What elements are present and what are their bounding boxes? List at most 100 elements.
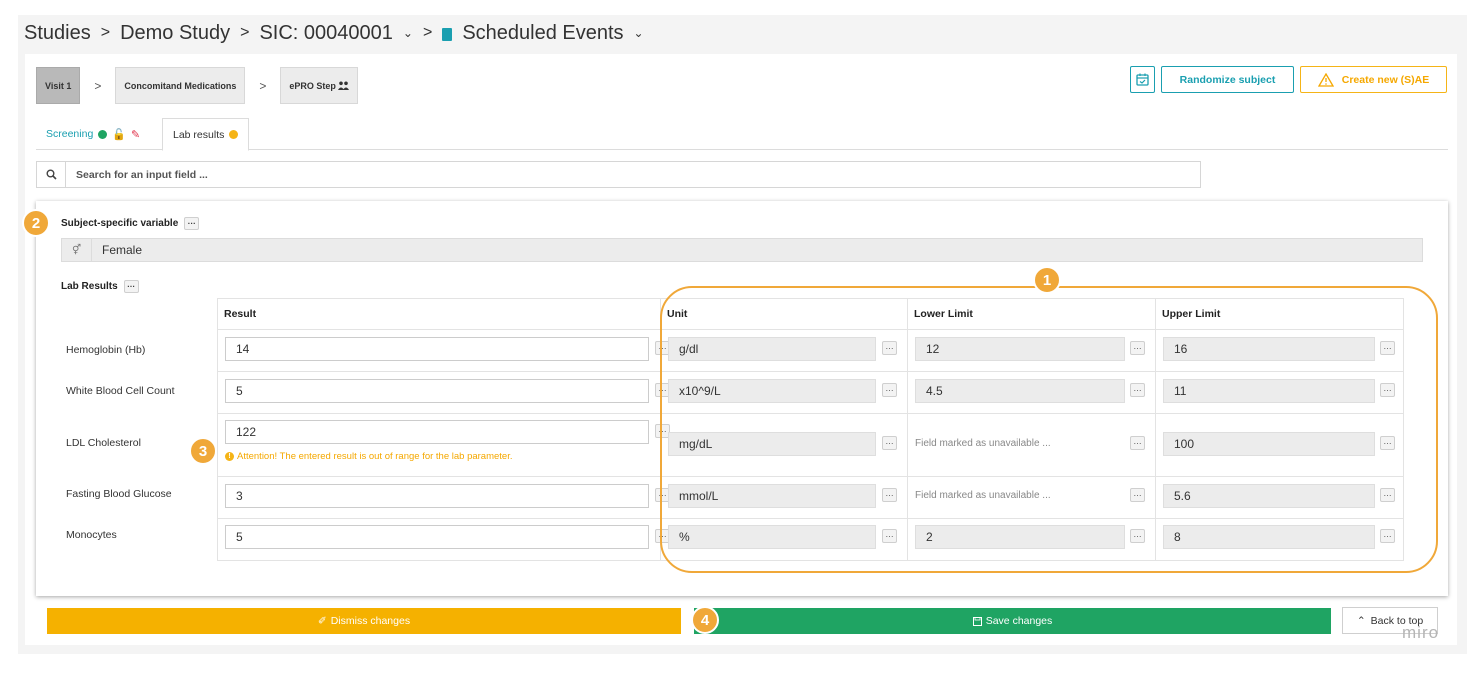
breadcrumb-events[interactable]: Scheduled Events [462, 22, 623, 45]
row-label: LDL Cholesterol [66, 437, 141, 449]
step-epro[interactable]: ePRO Step [280, 67, 358, 104]
tab-lab-results-label: Lab results [173, 128, 225, 141]
subject-variable-options-button[interactable]: ··· [184, 217, 200, 230]
warning-icon [1317, 72, 1334, 87]
info-icon: ! [225, 452, 234, 461]
upper-limit-field: 11 [1163, 379, 1375, 403]
unit-options-button[interactable]: ··· [882, 341, 897, 355]
unit-field: mg/dL [668, 432, 876, 456]
unit-options-button[interactable]: ··· [882, 488, 897, 502]
unit-options-button[interactable]: ··· [882, 383, 897, 397]
chevron-up-icon: ⌃ [1356, 614, 1366, 627]
column-header-result: Result [217, 298, 661, 330]
result-input[interactable]: 122 [225, 420, 649, 444]
miro-watermark: miro [1402, 623, 1440, 642]
row-label: Fasting Blood Glucose [66, 488, 172, 500]
main-panel: Visit 1 > Concomitand Medications > ePRO… [25, 54, 1457, 645]
lower-limit-options-button[interactable]: ··· [1130, 383, 1145, 397]
unit-field: mmol/L [668, 484, 876, 508]
upper-limit-options-button[interactable]: ··· [1380, 436, 1395, 450]
upper-limit-field: 16 [1163, 337, 1375, 361]
row-label: Hemoglobin (Hb) [66, 344, 146, 356]
step-arrow-icon: > [94, 78, 102, 93]
tab-screening-label: Screening [46, 128, 94, 140]
lower-limit-unavailable: Field marked as unavailable ... [915, 437, 1051, 449]
lower-limit-options-button[interactable]: ··· [1130, 488, 1145, 502]
upper-limit-options-button[interactable]: ··· [1380, 488, 1395, 502]
unit-field: x10^9/L [668, 379, 876, 403]
result-input[interactable]: 14 [225, 337, 649, 361]
calendar-check-icon [1136, 73, 1149, 86]
lab-results-label: Lab Results ··· [61, 280, 139, 293]
breadcrumb-sic[interactable]: SIC: 00040001 [259, 22, 392, 45]
table-row: 5 ··· x10^9/L ··· 4.5 ··· 11 ··· [217, 371, 1404, 414]
save-changes-label: Save changes [985, 615, 1053, 627]
breadcrumb-separator: > [240, 24, 250, 41]
lab-results-table: Result Unit Lower Limit Upper Limit 14 ·… [217, 298, 1404, 561]
lock-icon: 🔓 [112, 128, 126, 141]
eraser-icon: ✐ [317, 615, 327, 627]
step-concomitant-medications[interactable]: Concomitand Medications [115, 67, 246, 104]
result-input[interactable]: 5 [225, 379, 649, 403]
annotation-badge: 3 [189, 437, 217, 465]
lab-results-options-button[interactable]: ··· [123, 280, 139, 293]
upper-limit-options-button[interactable]: ··· [1380, 383, 1395, 397]
table-row: 5 ··· % ··· 2 ··· 8 ··· [217, 518, 1404, 561]
calendar-button[interactable] [1130, 66, 1155, 93]
lower-limit-options-button[interactable]: ··· [1130, 436, 1145, 450]
search-icon [37, 162, 66, 187]
column-header-lower-limit: Lower Limit [907, 298, 1156, 330]
dismiss-changes-label: Dismiss changes [330, 615, 411, 627]
tab-lab-results[interactable]: Lab results [162, 118, 250, 151]
randomize-subject-button[interactable]: Randomize subject [1161, 66, 1294, 93]
subject-variable-value: Female [102, 243, 143, 257]
step-epro-label: ePRO Step [289, 80, 336, 91]
search-input[interactable] [66, 167, 1166, 182]
breadcrumb: Studies > Demo Study > SIC: 00040001 ⌄ >… [24, 20, 644, 46]
subject-variable-field: ⚥ Female [61, 238, 1423, 262]
annotation-badge: 4 [691, 606, 719, 634]
gender-icon: ⚥ [62, 239, 92, 261]
annotation-badge: 2 [22, 209, 50, 237]
lower-limit-field: 12 [915, 337, 1125, 361]
field-search [36, 161, 1201, 188]
lower-limit-options-button[interactable]: ··· [1130, 341, 1145, 355]
upper-limit-options-button[interactable]: ··· [1380, 529, 1395, 543]
save-changes-button[interactable]: Save changes [694, 608, 1331, 634]
form-tabs: Screening 🔓 ✎ Lab results [36, 118, 1448, 151]
result-input[interactable]: 5 [225, 525, 649, 549]
table-row: 122 ··· ! Attention! The entered result … [217, 413, 1404, 477]
upper-limit-field: 8 [1163, 525, 1375, 549]
column-header-unit: Unit [660, 298, 908, 330]
dismiss-changes-button[interactable]: ✐ Dismiss changes [47, 608, 681, 634]
unit-field: g/dl [668, 337, 876, 361]
annotation-badge: 1 [1033, 266, 1061, 294]
status-dot-orange-icon [229, 130, 239, 139]
floppy-disk-icon [972, 616, 982, 626]
unit-options-button[interactable]: ··· [882, 436, 897, 450]
create-ae-button[interactable]: Create new (S)AE [1300, 66, 1447, 93]
tab-screening[interactable]: Screening 🔓 ✎ [36, 118, 150, 150]
upper-limit-field: 5.6 [1163, 484, 1375, 508]
unit-options-button[interactable]: ··· [882, 529, 897, 543]
breadcrumb-separator: > [422, 24, 433, 41]
create-ae-label: Create new (S)AE [1341, 73, 1430, 86]
lab-results-label-text: Lab Results [61, 281, 118, 292]
step-visit-1[interactable]: Visit 1 [36, 67, 81, 104]
unit-field: % [668, 525, 876, 549]
lower-limit-unavailable: Field marked as unavailable ... [915, 489, 1051, 501]
breadcrumb-studies[interactable]: Studies [24, 22, 91, 45]
column-header-upper-limit: Upper Limit [1155, 298, 1404, 330]
result-input[interactable]: 3 [225, 484, 649, 508]
lower-limit-options-button[interactable]: ··· [1130, 529, 1145, 543]
out-of-range-warning: ! Attention! The entered result is out o… [225, 451, 513, 462]
step-navigation: Visit 1 > Concomitand Medications > ePRO… [36, 67, 358, 104]
chevron-down-icon[interactable]: ⌄ [403, 26, 413, 40]
row-label: White Blood Cell Count [66, 385, 175, 397]
document-icon [442, 27, 453, 41]
upper-limit-field: 100 [1163, 432, 1375, 456]
subject-variable-label: Subject-specific variable ··· [61, 217, 200, 230]
upper-limit-options-button[interactable]: ··· [1380, 341, 1395, 355]
chevron-down-icon[interactable]: ⌄ [634, 26, 644, 40]
breadcrumb-study[interactable]: Demo Study [120, 22, 230, 45]
